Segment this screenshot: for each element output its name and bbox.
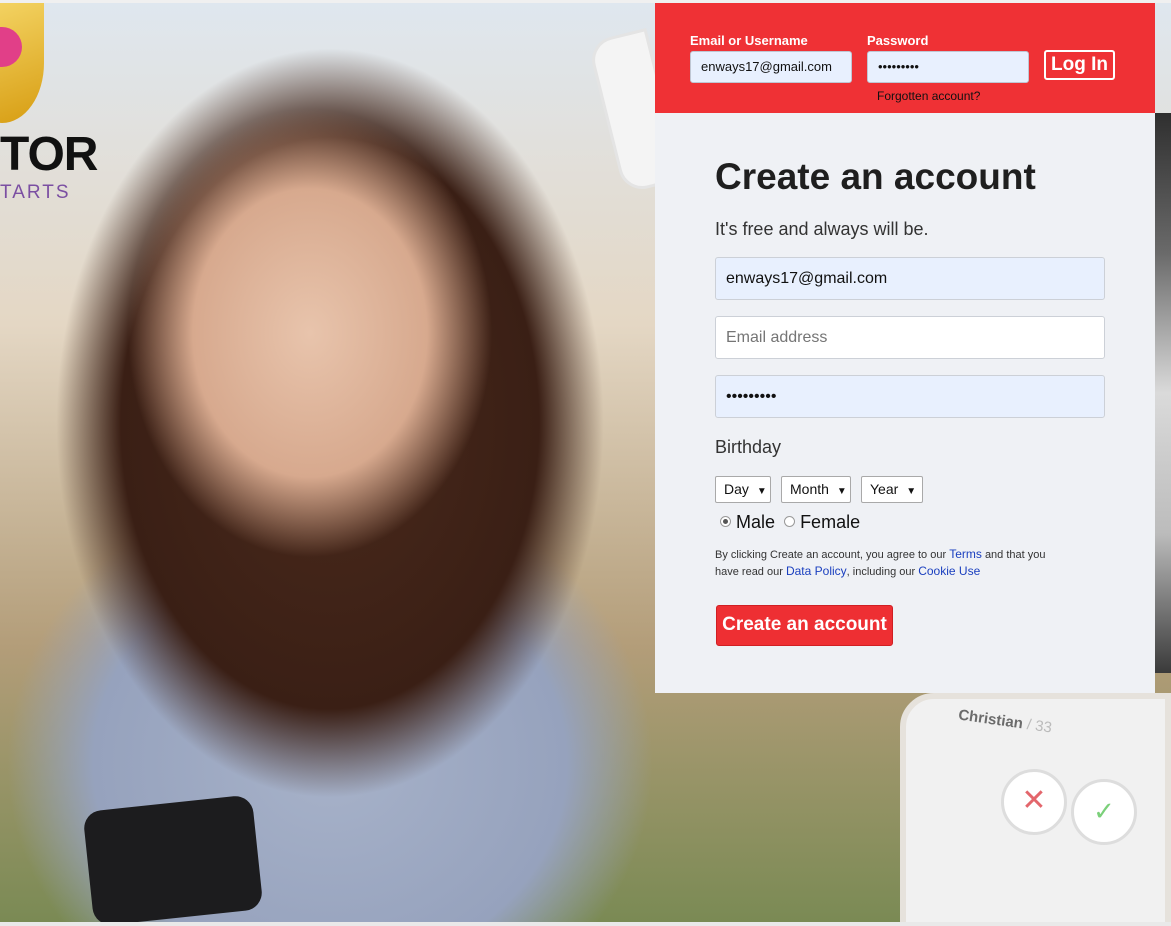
- male-label: Male: [736, 512, 776, 532]
- hero-app-phone: Christian / 33 ✕ ✓: [900, 693, 1171, 923]
- login-password-label: Password: [867, 33, 929, 48]
- login-bar: Email or Username enways17@gmail.com Pas…: [655, 3, 1155, 113]
- dropdown-arrow-icon: ▼: [836, 486, 847, 497]
- birthday-label: Birthday: [715, 437, 782, 457]
- dropdown-arrow-icon: ▼: [906, 486, 917, 497]
- signup-panel: Create an account It's free and always w…: [655, 113, 1155, 693]
- gender-radio-group: Male Female: [720, 512, 860, 533]
- terms-notice: By clicking Create an account, you agree…: [715, 547, 1046, 578]
- login-email-input[interactable]: enways17@gmail.com: [690, 51, 852, 83]
- female-radio[interactable]: [784, 516, 796, 527]
- birthday-year-select[interactable]: Year ▼: [861, 476, 923, 503]
- signup-title: Create an account: [715, 156, 1036, 197]
- signup-field-1[interactable]: enways17@gmail.com: [715, 257, 1105, 300]
- brand-logo: TOR TARTS: [0, 3, 100, 203]
- login-password-input[interactable]: •••••••••: [867, 51, 1029, 83]
- login-email-label: Email or Username: [690, 33, 808, 48]
- hero-right-phone-edge: [1155, 113, 1171, 673]
- login-button[interactable]: Log In: [1044, 50, 1115, 80]
- logo-subtext: TARTS: [0, 182, 71, 203]
- hero-card-name: Christian / 33: [957, 706, 1053, 737]
- dropdown-arrow-icon: ▼: [756, 486, 767, 497]
- data-policy-link[interactable]: Data Policy: [786, 564, 847, 578]
- male-radio[interactable]: [720, 516, 731, 527]
- cookie-use-link[interactable]: Cookie Use: [918, 564, 980, 578]
- forgot-account-link[interactable]: Forgotten account?: [877, 89, 980, 103]
- female-label: Female: [800, 512, 861, 532]
- like-icon: ✓: [1071, 779, 1137, 845]
- terms-link[interactable]: Terms: [949, 547, 982, 561]
- signup-subtitle: It's free and always will be.: [715, 219, 929, 239]
- signup-email-input[interactable]: Email address: [715, 316, 1105, 359]
- create-account-button[interactable]: Create an account: [716, 605, 893, 646]
- birthday-month-select[interactable]: Month ▼: [781, 476, 851, 503]
- dislike-icon: ✕: [1001, 769, 1067, 835]
- signup-password-input[interactable]: •••••••••: [715, 375, 1105, 418]
- logo-text: TOR: [0, 128, 98, 181]
- hero-phone-in-hand: [82, 794, 264, 923]
- birthday-day-select[interactable]: Day ▼: [715, 476, 771, 503]
- window-bottom-border: [0, 922, 1171, 926]
